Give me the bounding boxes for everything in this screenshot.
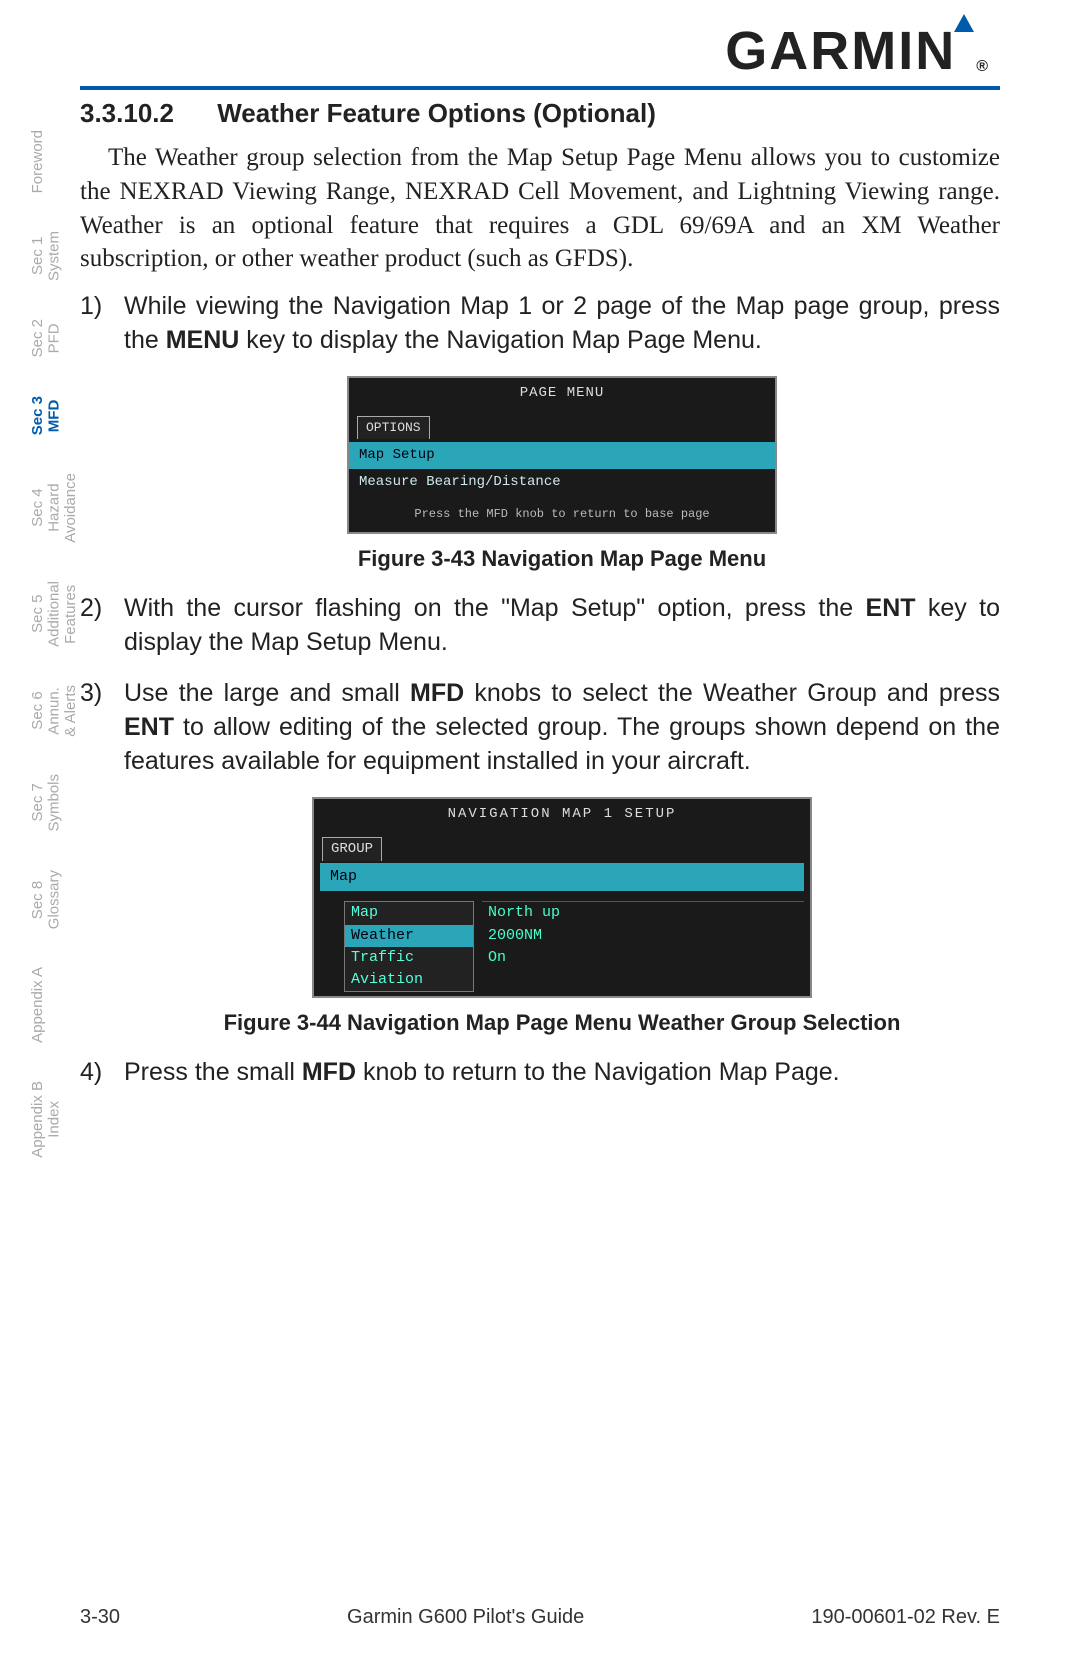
sidetab[interactable]: Sec 7 Symbols xyxy=(30,774,63,832)
page-content: GARMIN ® 3.3.10.2 Weather Feature Options… xyxy=(80,20,1000,1108)
intro-paragraph: The Weather group selection from the Map… xyxy=(80,141,1000,276)
garmin-delta-icon xyxy=(954,14,974,32)
garmin-text: GARMIN xyxy=(725,21,956,81)
fig1-caption: Figure 3-43 Navigation Map Page Menu xyxy=(124,544,1000,574)
scr1-title: PAGE MENU xyxy=(349,378,775,409)
scr2-dropdown: MapWeatherTrafficAviation xyxy=(344,901,474,992)
scr1-opt-selected: Map Setup xyxy=(349,442,775,469)
figure-3-44: NAVIGATION MAP 1 SETUP GROUP Map MapWeat… xyxy=(124,797,1000,1039)
value-item: North up xyxy=(482,902,804,924)
footer-right: 190-00601-02 Rev. E xyxy=(811,1606,1000,1629)
scr1-opt-other: Measure Bearing/Distance xyxy=(349,469,775,496)
logo-row: GARMIN ® xyxy=(80,20,1000,82)
footer-page: 3-30 xyxy=(80,1606,120,1629)
page-menu-screenshot: PAGE MENU OPTIONS Map Setup Measure Bear… xyxy=(347,376,777,535)
fig2-caption: Figure 3-44 Navigation Map Page Menu Wea… xyxy=(124,1008,1000,1038)
figure-3-43: PAGE MENU OPTIONS Map Setup Measure Bear… xyxy=(124,376,1000,574)
dropdown-item: Traffic xyxy=(345,947,473,969)
step-4: Press the small MFD knob to return to th… xyxy=(80,1056,1000,1090)
sidetab[interactable]: Foreword xyxy=(30,130,47,193)
scr1-tab: OPTIONS xyxy=(357,416,430,439)
mfd-knob-2: MFD xyxy=(302,1058,356,1086)
sidetab[interactable]: Sec 6 Annun. & Alerts xyxy=(30,685,80,737)
scr2-values: North up2000NMOn xyxy=(482,901,804,992)
page-footer: 3-30 Garmin G600 Pilot's Guide 190-00601… xyxy=(80,1606,1000,1629)
section-heading: 3.3.10.2 Weather Feature Options (Option… xyxy=(80,98,1000,129)
value-item: On xyxy=(482,947,804,969)
sidetab[interactable]: Sec 8 Glossary xyxy=(30,870,63,929)
scr2-field: Map xyxy=(320,863,804,891)
nav-map-setup-screenshot: NAVIGATION MAP 1 SETUP GROUP Map MapWeat… xyxy=(312,797,812,999)
registered-mark: ® xyxy=(976,58,990,75)
step-2: With the cursor flashing on the "Map Set… xyxy=(80,592,1000,660)
step-1: While viewing the Navigation Map 1 or 2 … xyxy=(80,290,1000,574)
scr2-title: NAVIGATION MAP 1 SETUP xyxy=(314,799,810,830)
header-rule xyxy=(80,86,1000,90)
sidetab[interactable]: Appendix A xyxy=(30,967,47,1043)
scr2-tab: GROUP xyxy=(322,837,382,861)
sidetab[interactable]: Sec 2 PFD xyxy=(30,319,63,357)
sidetab[interactable]: Appendix B Index xyxy=(30,1081,63,1158)
section-title: Weather Feature Options (Optional) xyxy=(217,98,656,128)
sidetab[interactable]: Sec 1 System xyxy=(30,231,63,281)
step-3: Use the large and small MFD knobs to sel… xyxy=(80,677,1000,1038)
side-tabs: Foreword Sec 1 System Sec 2 PFD Sec 3 MFD Se… xyxy=(30,130,70,1196)
garmin-logo: GARMIN ® xyxy=(725,20,990,82)
sidetab[interactable]: Sec 5 Additional Features xyxy=(30,581,80,647)
sidetab[interactable]: Sec 3 MFD xyxy=(30,396,63,435)
scr1-hint: Press the MFD knob to return to base pag… xyxy=(349,496,775,532)
sidetab[interactable]: Sec 4 Hazard Avoidance xyxy=(30,473,80,543)
ent-key-2: ENT xyxy=(124,713,174,741)
menu-key: MENU xyxy=(166,326,240,354)
mfd-knob: MFD xyxy=(410,679,464,707)
section-number: 3.3.10.2 xyxy=(80,98,210,129)
value-item: 2000NM xyxy=(482,925,804,947)
dropdown-item: Aviation xyxy=(345,969,473,991)
dropdown-item: Map xyxy=(345,902,473,924)
dropdown-item: Weather xyxy=(345,925,473,947)
ent-key: ENT xyxy=(866,594,916,622)
steps-list: While viewing the Navigation Map 1 or 2 … xyxy=(80,290,1000,1090)
footer-center: Garmin G600 Pilot's Guide xyxy=(347,1606,584,1629)
